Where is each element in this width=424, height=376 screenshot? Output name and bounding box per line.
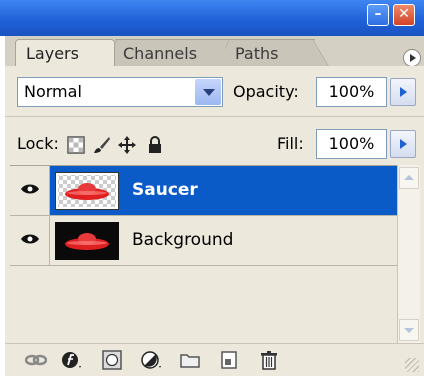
- tab-channels[interactable]: Channels: [103, 39, 225, 67]
- chevron-down-icon[interactable]: [195, 79, 221, 105]
- scroll-down-icon[interactable]: [399, 319, 419, 341]
- divider: [5, 116, 424, 117]
- lock-image-pixels-icon[interactable]: [93, 136, 111, 154]
- blend-mode-value: Normal: [24, 82, 82, 101]
- lock-label: Lock:: [17, 134, 59, 153]
- link-icon[interactable]: [25, 350, 47, 370]
- adjustment-layer-icon[interactable]: [141, 350, 163, 370]
- layer-style-icon[interactable]: [61, 350, 83, 370]
- opacity-slider-arrow-icon[interactable]: [390, 78, 416, 106]
- visibility-toggle[interactable]: [10, 216, 50, 265]
- title-bar: – ✕: [0, 0, 424, 36]
- eye-icon: [21, 184, 39, 194]
- opacity-label: Opacity:: [233, 82, 299, 101]
- layers-list: Saucer Background: [10, 165, 397, 344]
- blend-mode-select[interactable]: Normal: [17, 77, 223, 107]
- opacity-input[interactable]: 100%: [316, 77, 387, 107]
- scroll-up-icon[interactable]: [399, 167, 419, 189]
- add-mask-icon[interactable]: [101, 350, 123, 370]
- layers-scrollbar[interactable]: [397, 165, 420, 343]
- layer-row-saucer[interactable]: Saucer: [10, 166, 397, 216]
- visibility-toggle[interactable]: [10, 166, 50, 215]
- fill-slider-arrow-icon[interactable]: [390, 130, 416, 158]
- fill-label: Fill:: [277, 134, 304, 153]
- palette-menu-icon[interactable]: [403, 49, 421, 67]
- lock-transparent-pixels-icon[interactable]: [67, 136, 85, 154]
- layers-toolbar: [5, 343, 424, 376]
- fill-input[interactable]: 100%: [316, 129, 387, 159]
- layer-name: Saucer: [132, 180, 198, 200]
- layers-panel-body: Normal Opacity: 100% Lock: Fill: 100% Sa…: [5, 66, 424, 376]
- tab-paths[interactable]: Paths: [217, 39, 329, 67]
- new-layer-icon[interactable]: [218, 350, 240, 370]
- minimize-button[interactable]: –: [367, 4, 389, 26]
- new-group-icon[interactable]: [179, 350, 201, 370]
- layer-thumbnail-background: [55, 222, 119, 260]
- close-button[interactable]: ✕: [393, 4, 415, 26]
- eye-icon: [21, 234, 39, 244]
- layer-thumbnail-saucer: [55, 172, 119, 210]
- layer-name: Background: [132, 230, 234, 250]
- layer-row-background[interactable]: Background: [10, 216, 397, 266]
- tab-layers[interactable]: Layers: [15, 39, 115, 66]
- palette-tabs: Paths Channels Layers: [5, 36, 424, 67]
- lock-position-icon[interactable]: [118, 136, 136, 154]
- lock-all-icon[interactable]: [146, 136, 164, 154]
- resize-grip-icon[interactable]: [405, 358, 419, 372]
- layers-palette: – ✕ Paths Channels Layers Normal Opacity…: [0, 0, 424, 376]
- trash-icon[interactable]: [258, 350, 280, 370]
